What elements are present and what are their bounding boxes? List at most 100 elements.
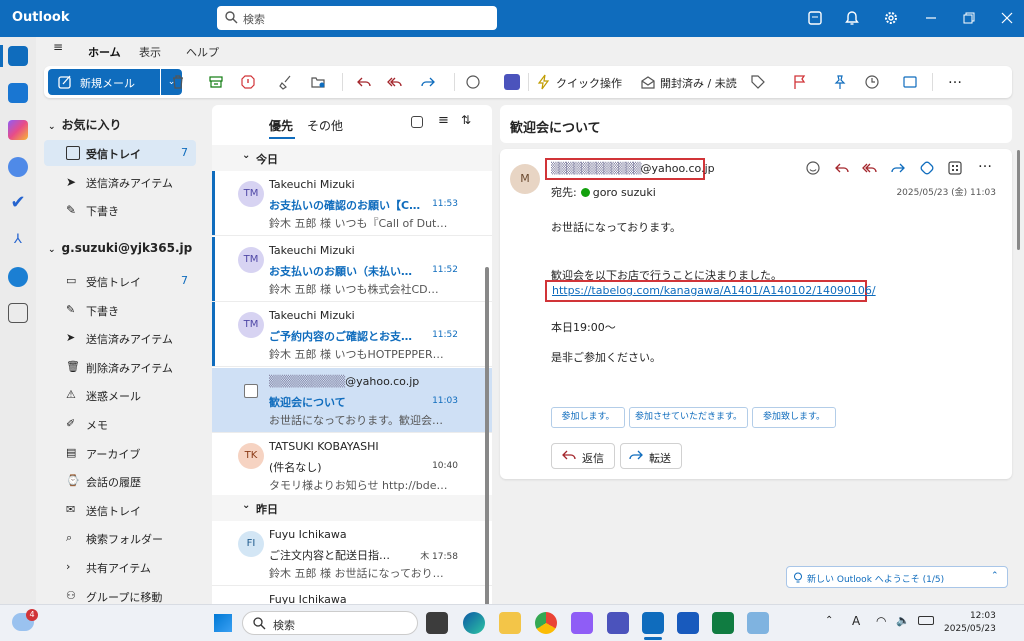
message-list-item[interactable]: TM Takeuchi Mizuki お支払いの確認のお願い【C… 11:53 鈴木…: [212, 171, 492, 236]
folder-item[interactable]: ✎ 下書き: [44, 297, 196, 323]
message-list-item[interactable]: FI Fuyu Ichikawa ご注文内容と配送日指… 木 17:58 鈴木 五郎…: [212, 521, 492, 586]
folder-item[interactable]: › 共有アイテム: [44, 554, 196, 580]
tab-other[interactable]: その他: [307, 117, 343, 134]
message-list-item[interactable]: Fuyu Ichikawa: [212, 586, 492, 604]
message-list-item[interactable]: TK TATSUKI KOBAYASHI (件名なし) 10:40 タモリ様よりお知…: [212, 433, 492, 498]
delete-icon[interactable]: [170, 74, 186, 90]
folder-item[interactable]: ✐ メモ: [44, 411, 196, 437]
todo-check-icon[interactable]: ✔: [8, 193, 28, 213]
tab-home[interactable]: ホーム: [88, 44, 121, 60]
reply-button[interactable]: 返信: [551, 443, 615, 469]
compose-note-icon[interactable]: [806, 9, 824, 27]
reply-icon[interactable]: [834, 160, 850, 176]
tag-icon[interactable]: [750, 74, 766, 90]
sort-icon[interactable]: ⇅: [461, 113, 471, 127]
select-checkbox[interactable]: [244, 383, 258, 398]
suggested-reply-button[interactable]: 参加致します。: [752, 407, 836, 428]
calendar-icon[interactable]: [8, 83, 28, 103]
more-options-icon[interactable]: …: [948, 71, 962, 87]
ime-indicator[interactable]: A: [852, 614, 860, 628]
tab-help[interactable]: ヘルプ: [186, 44, 219, 60]
welcome-banner[interactable]: 新しい Outlook へようこそ (1/5) ⌃: [786, 566, 1008, 588]
clock-icon[interactable]: [864, 74, 880, 90]
message-list-item[interactable]: ▒▒▒▒▒▒▒▒▒@yahoo.co.jp 歓迎会について 11:03 お世話にな…: [212, 367, 492, 433]
minimize-icon[interactable]: [922, 9, 940, 27]
folder-favorites-sent[interactable]: ➤ 送信済みアイテム: [44, 169, 196, 195]
new-mail-button[interactable]: 新規メール: [48, 69, 160, 95]
chevron-up-icon[interactable]: ⌃: [825, 615, 833, 626]
sender-avatar[interactable]: TM: [238, 181, 264, 207]
task-view-icon[interactable]: [426, 612, 448, 634]
mark-read-button[interactable]: 開封済み / 未読: [660, 75, 737, 91]
report-icon[interactable]: [240, 74, 256, 90]
quick-actions-button[interactable]: クイック操作: [556, 75, 622, 91]
sender-avatar[interactable]: TM: [238, 312, 264, 338]
apps-icon[interactable]: [8, 303, 28, 323]
folder-favorites-inbox[interactable]: 受信トレイ 7: [44, 140, 196, 166]
outlook-icon[interactable]: [642, 612, 664, 634]
tabelog-link[interactable]: https://tabelog.com/kanagawa/A1401/A1401…: [552, 284, 876, 297]
close-icon[interactable]: [998, 9, 1016, 27]
emoji-icon[interactable]: [805, 160, 821, 176]
folder-item[interactable]: ▤ アーカイブ: [44, 440, 196, 466]
account-header[interactable]: ⌄ g.suzuki@yjk365.jp: [48, 241, 192, 255]
reading-scrollbar[interactable]: [1017, 150, 1020, 250]
folder-favorites-drafts[interactable]: ✎ 下書き: [44, 197, 196, 223]
select-mode-icon[interactable]: [411, 116, 423, 128]
taskbar-search[interactable]: 検索: [242, 611, 418, 635]
folder-item[interactable]: ✉ 送信トレイ: [44, 497, 196, 523]
restore-icon[interactable]: [960, 9, 978, 27]
forward-button[interactable]: 転送: [620, 443, 682, 469]
flag-icon[interactable]: [792, 74, 808, 90]
copilot-icon[interactable]: [8, 120, 28, 140]
envelope-open-icon[interactable]: [640, 74, 656, 90]
filter-icon[interactable]: ≡: [438, 113, 449, 128]
folder-item[interactable]: ⌚ 会話の履歴: [44, 468, 196, 494]
word-icon[interactable]: [677, 612, 699, 634]
reply-all-icon[interactable]: [862, 160, 878, 176]
apps-icon[interactable]: [947, 160, 963, 176]
notepad-icon[interactable]: [747, 612, 769, 634]
loop-icon[interactable]: [919, 160, 935, 176]
message-list-scrollbar[interactable]: [485, 267, 489, 604]
folder-item[interactable]: ➤ 送信済みアイテム: [44, 325, 196, 351]
edge-icon[interactable]: [463, 612, 485, 634]
suggested-reply-button[interactable]: 参加させていただきます。: [629, 407, 748, 428]
forward-icon[interactable]: [420, 74, 436, 90]
org-icon[interactable]: ⅄: [8, 230, 28, 250]
suggested-reply-button[interactable]: 参加します。: [551, 407, 625, 428]
sender-avatar[interactable]: M: [510, 164, 540, 194]
pin-icon[interactable]: [832, 74, 848, 90]
rules-icon[interactable]: [902, 74, 918, 90]
people-icon[interactable]: [8, 157, 28, 177]
lightning-icon[interactable]: [536, 74, 552, 90]
group-yesterday[interactable]: ⌄ 昨日: [212, 495, 492, 521]
message-list-item[interactable]: TM Takeuchi Mizuki お支払いのお願い（未払い… 11:52 鈴木 …: [212, 236, 492, 302]
sweep-icon[interactable]: [278, 74, 294, 90]
volume-icon[interactable]: 🔈: [896, 614, 910, 627]
favorites-header[interactable]: ⌄ お気に入り: [48, 116, 122, 133]
windows-start-icon[interactable]: [214, 614, 232, 632]
excel-icon[interactable]: [712, 612, 734, 634]
folder-item[interactable]: ▭ 受信トレイ 7: [44, 268, 196, 294]
more-options-icon[interactable]: …: [978, 155, 994, 171]
forward-icon[interactable]: [890, 160, 906, 176]
bell-icon[interactable]: [843, 9, 861, 27]
folder-item[interactable]: 🗑 削除済みアイテム: [44, 354, 196, 380]
chrome-icon[interactable]: [535, 612, 557, 634]
folder-item[interactable]: ⚠ 迷惑メール: [44, 382, 196, 408]
taskbar-clock[interactable]: 12:03 2025/05/23: [944, 610, 996, 636]
folder-item[interactable]: ⌕ 検索フォルダー: [44, 525, 196, 551]
tab-focused[interactable]: 優先: [269, 117, 293, 134]
move-to-folder-icon[interactable]: [310, 74, 326, 90]
sender-avatar[interactable]: TK: [238, 443, 264, 469]
onedrive-icon[interactable]: [8, 267, 28, 287]
tab-view[interactable]: 表示: [139, 44, 161, 60]
chat-icon[interactable]: [465, 74, 481, 90]
wifi-icon[interactable]: ◠: [876, 614, 886, 628]
teams-icon[interactable]: [607, 612, 629, 634]
hamburger-icon[interactable]: ≡: [53, 41, 67, 53]
reply-icon[interactable]: [356, 74, 372, 90]
gear-icon[interactable]: [882, 9, 900, 27]
sender-address[interactable]: ▒▒▒▒▒▒▒▒▒▒▒▒@yahoo.co.jp: [545, 158, 715, 180]
